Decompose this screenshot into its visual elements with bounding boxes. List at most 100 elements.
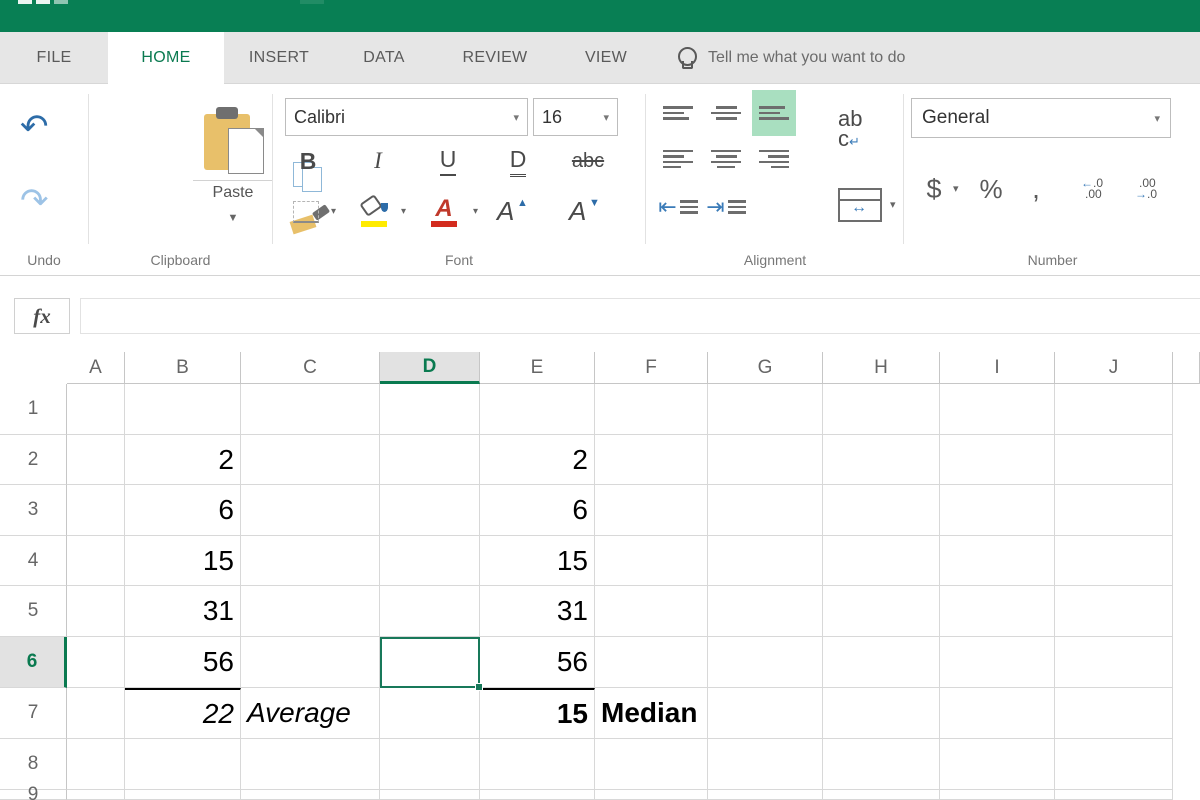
cell-B9[interactable] [125,790,241,800]
fill-color-caret-icon[interactable]: ▾ [401,206,406,217]
cell-D7[interactable] [380,688,480,739]
italic-button[interactable]: I [355,144,401,178]
paste-icon[interactable] [194,104,274,176]
number-format-combobox[interactable]: General ▾ [911,98,1171,138]
insert-function-button[interactable]: fx [14,298,70,334]
cell-B8[interactable] [125,739,241,790]
row-header-6[interactable]: 6 [0,637,67,688]
cell-G1[interactable] [708,384,823,435]
column-header-b[interactable]: B [125,352,241,384]
cell-F1[interactable] [595,384,708,435]
tab-view[interactable]: VIEW [556,32,656,84]
cell-H3[interactable] [823,485,940,536]
tab-data[interactable]: DATA [334,32,434,84]
cell-I4[interactable] [940,536,1055,586]
cell-A9[interactable] [67,790,125,800]
column-header-f[interactable]: F [595,352,708,384]
column-header-c[interactable]: C [241,352,380,384]
cell-J2[interactable] [1055,435,1173,485]
cell-H1[interactable] [823,384,940,435]
cell-H6[interactable] [823,637,940,688]
cell-H7[interactable] [823,688,940,739]
quick-access-toolbar[interactable] [18,0,68,4]
fill-handle[interactable] [475,683,483,691]
cell-F6[interactable] [595,637,708,688]
percent-button[interactable]: % [973,172,1009,206]
cell-A3[interactable] [67,485,125,536]
cell-G5[interactable] [708,586,823,637]
redo-arrow-icon[interactable]: ↷ [20,184,49,218]
paste-dropdown-caret-icon[interactable]: ▼ [193,212,273,224]
cell-A5[interactable] [67,586,125,637]
cell-H5[interactable] [823,586,940,637]
qat-icon-3[interactable] [54,0,68,4]
cell-E3[interactable]: 6 [480,485,595,536]
cell-E7[interactable]: 15 [480,688,595,739]
cell-A7[interactable] [67,688,125,739]
cell-I2[interactable] [940,435,1055,485]
cell-E9[interactable] [480,790,595,800]
align-middle-button[interactable] [704,98,748,128]
cell-A1[interactable] [67,384,125,435]
font-color-caret-icon[interactable]: ▾ [473,206,478,217]
cell-C8[interactable] [241,739,380,790]
cell-I9[interactable] [940,790,1055,800]
row-header-9[interactable]: 9 [0,784,67,800]
tab-review[interactable]: REVIEW [434,32,556,84]
align-center-button[interactable] [704,144,748,174]
strikethrough-button[interactable]: abc [565,144,611,178]
cell-J5[interactable] [1055,586,1173,637]
undo-arrow-icon[interactable]: ↶ [20,110,49,144]
cell-D3[interactable] [380,485,480,536]
cell-E5[interactable]: 31 [480,586,595,637]
column-header-a[interactable]: A [67,352,125,384]
column-header-j[interactable]: J [1055,352,1173,384]
cell-C9[interactable] [241,790,380,800]
currency-caret-icon[interactable]: ▾ [953,182,959,195]
align-top-button[interactable] [656,98,700,128]
cell-F3[interactable] [595,485,708,536]
cell-D6[interactable] [380,637,480,688]
cell-H9[interactable] [823,790,940,800]
cell-C3[interactable] [241,485,380,536]
cell-I1[interactable] [940,384,1055,435]
align-bottom-button[interactable] [752,90,796,136]
bold-button[interactable]: B [285,144,331,178]
font-color-button[interactable]: A [421,192,467,232]
decrease-indent-button[interactable]: ⇤ [656,192,700,222]
tell-me-box[interactable]: Tell me what you want to do [676,32,905,84]
increase-decimal-button[interactable]: ←.0 .00 [1065,172,1111,206]
row-header-4[interactable]: 4 [0,536,67,586]
cell-H2[interactable] [823,435,940,485]
cell-A8[interactable] [67,739,125,790]
column-header-extra[interactable] [1173,352,1200,384]
decrease-font-size-button[interactable]: A ▼ [563,192,609,232]
tab-home[interactable]: HOME [108,32,224,84]
underline-button[interactable]: U [425,144,471,178]
cell-D4[interactable] [380,536,480,586]
cell-F8[interactable] [595,739,708,790]
cell-A4[interactable] [67,536,125,586]
cell-J4[interactable] [1055,536,1173,586]
font-size-combobox[interactable]: 16 ▾ [533,98,618,136]
cell-H8[interactable] [823,739,940,790]
cell-C2[interactable] [241,435,380,485]
cell-I5[interactable] [940,586,1055,637]
cell-G8[interactable] [708,739,823,790]
cell-B2[interactable]: 2 [125,435,241,485]
cell-A6[interactable] [67,637,125,688]
cell-B3[interactable]: 6 [125,485,241,536]
cell-G9[interactable] [708,790,823,800]
cell-G2[interactable] [708,435,823,485]
cell-D8[interactable] [380,739,480,790]
cell-F2[interactable] [595,435,708,485]
row-header-7[interactable]: 7 [0,688,67,739]
qat-icon-2[interactable] [36,0,50,4]
borders-caret-icon[interactable]: ▾ [331,206,336,217]
cell-B5[interactable]: 31 [125,586,241,637]
align-left-button[interactable] [656,144,700,174]
cell-F9[interactable] [595,790,708,800]
decrease-decimal-button[interactable]: .00 →.0 [1119,172,1165,206]
cell-D2[interactable] [380,435,480,485]
cell-J9[interactable] [1055,790,1173,800]
